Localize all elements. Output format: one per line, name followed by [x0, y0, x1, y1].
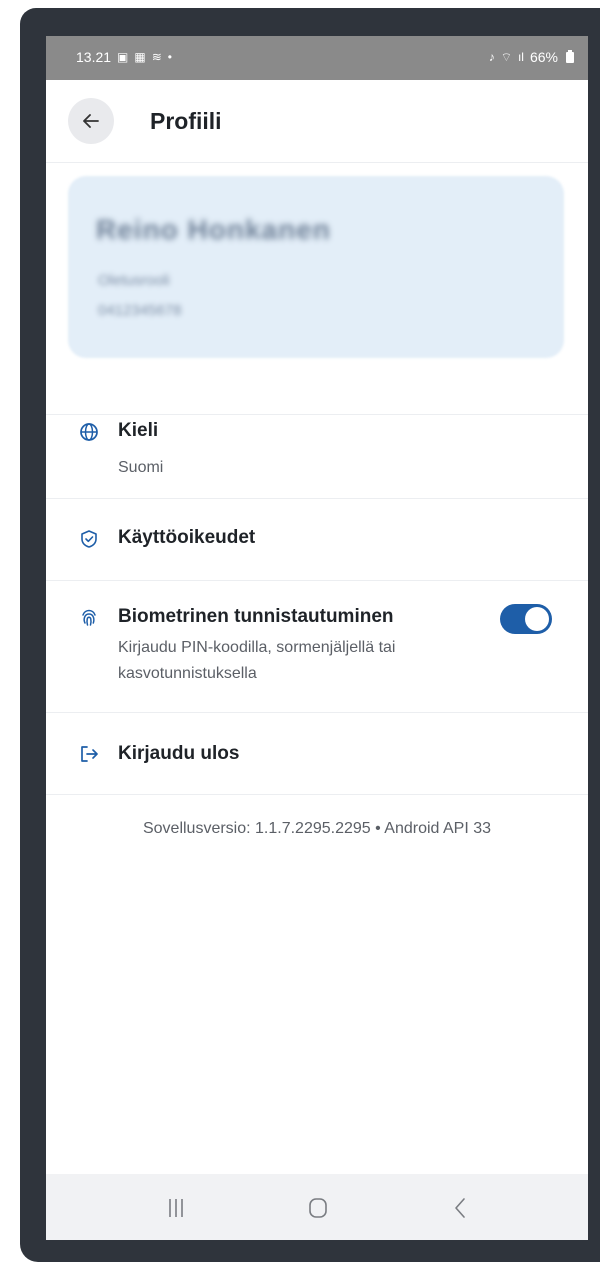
profile-role: Oletusrooli: [98, 272, 170, 289]
row-title: Biometrinen tunnistautuminen: [118, 606, 394, 627]
phone-frame: 13.21 ▣ ▦ ≋ • ♪ ⌔ ıl 66% Profiili Reino …: [20, 8, 600, 1262]
status-bar: 13.21 ▣ ▦ ≋ • ♪ ⌔ ıl 66%: [46, 36, 588, 80]
battery-icon: [566, 49, 574, 63]
home-icon[interactable]: [298, 1196, 338, 1220]
app-screen: 13.21 ▣ ▦ ≋ • ♪ ⌔ ıl 66% Profiili Reino …: [46, 36, 588, 1240]
grid-icon: ▦: [134, 50, 146, 64]
wifi-icon: ⌔: [500, 49, 512, 64]
row-subtitle: kasvotunnistuksella: [118, 665, 257, 682]
biometric-toggle[interactable]: [500, 604, 552, 634]
settings-row-biometric: Biometrinen tunnistautuminen Kirjaudu PI…: [46, 580, 588, 712]
image-icon: ▣: [117, 50, 129, 64]
battery-percent: 66%: [529, 49, 558, 65]
row-subtitle: Kirjaudu PIN-koodilla, sormenjäljellä ta…: [118, 639, 396, 656]
settings-row-permissions[interactable]: Käyttöoikeudet: [46, 498, 588, 580]
mute-icon: ♪: [488, 50, 495, 64]
profile-phone: 0412345678: [98, 302, 182, 319]
cast-icon: ≋: [151, 50, 162, 64]
profile-card: Reino Honkanen Oletusrooli 0412345678: [68, 176, 564, 358]
back-nav-icon[interactable]: [440, 1196, 480, 1220]
settings-row-language[interactable]: Kieli Suomi: [46, 414, 588, 498]
back-button[interactable]: [68, 98, 114, 144]
app-bar: Profiili: [46, 80, 588, 162]
app-version-text: Sovellusversio: 1.1.7.2295.2295 • Androi…: [142, 820, 492, 837]
logout-icon: [81, 746, 98, 762]
settings-row-logout[interactable]: Kirjaudu ulos: [46, 712, 588, 794]
shield-check-icon: [81, 530, 97, 548]
row-subtitle: Suomi: [118, 459, 164, 476]
row-title: Käyttöoikeudet: [118, 527, 256, 548]
status-time: 13.21: [76, 49, 112, 65]
row-title: Kirjaudu ulos: [118, 743, 240, 764]
divider: [46, 162, 588, 163]
arrow-left-icon: [83, 114, 99, 128]
globe-icon: [80, 423, 98, 441]
divider: [46, 794, 588, 795]
fingerprint-icon: [82, 609, 96, 626]
profile-name: Reino Honkanen: [96, 214, 331, 245]
page-title: Profiili: [150, 108, 222, 134]
row-title: Kieli: [118, 420, 159, 441]
system-nav-bar: [46, 1174, 588, 1240]
toggle-knob: [525, 607, 549, 631]
signal-icon: ıl: [517, 50, 524, 64]
dot-icon: •: [167, 50, 172, 64]
recent-apps-icon[interactable]: [156, 1196, 196, 1220]
